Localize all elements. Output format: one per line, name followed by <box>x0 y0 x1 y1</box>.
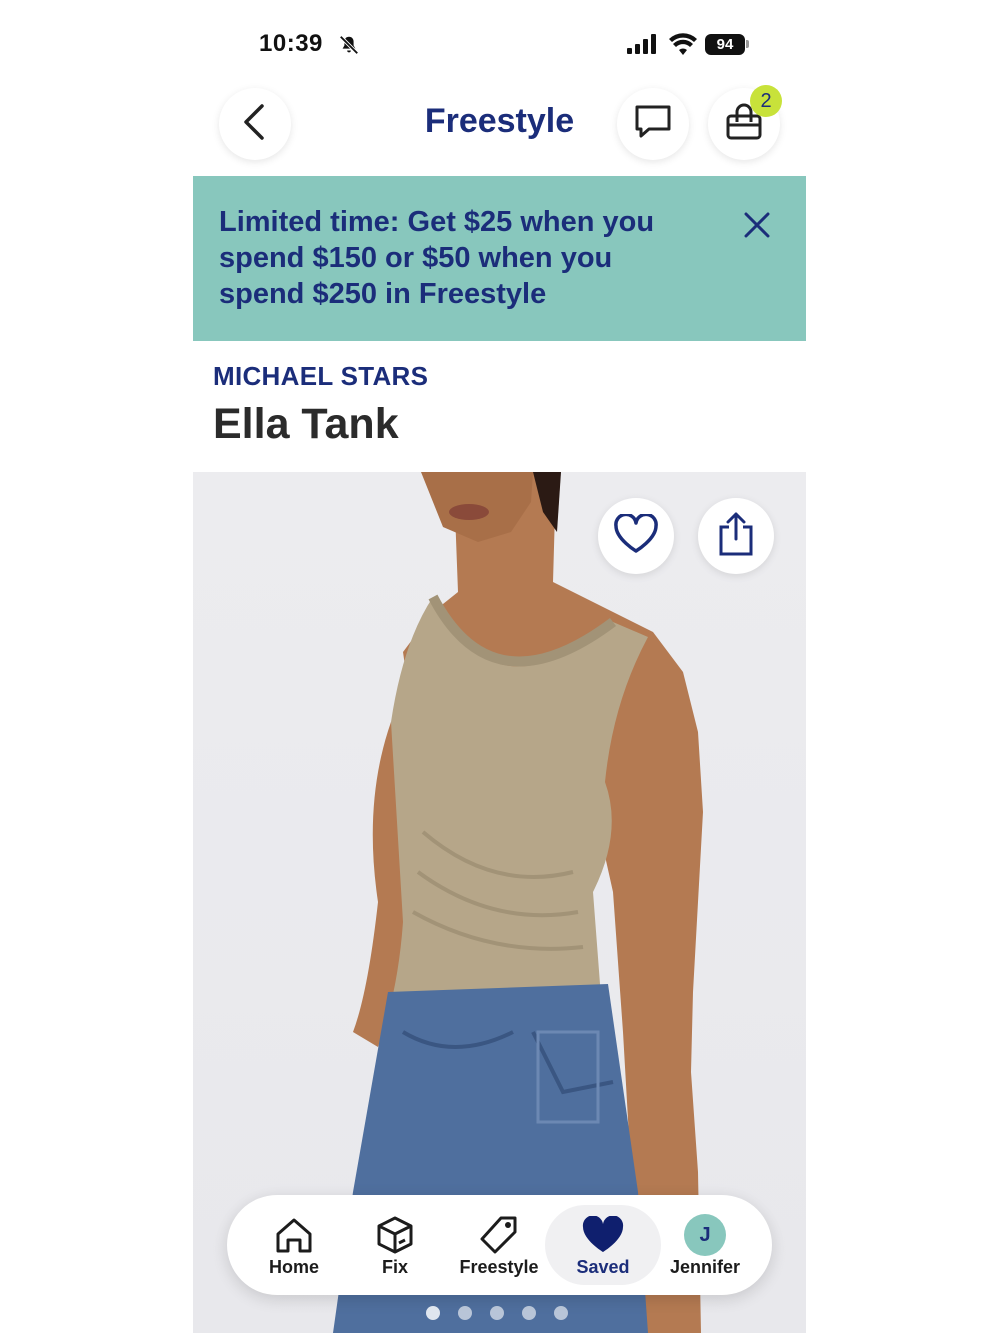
promo-line: Limited time: Get $25 when you <box>219 206 655 238</box>
tab-label: Freestyle <box>459 1257 539 1277</box>
tag-icon <box>449 1213 549 1257</box>
tab-home[interactable]: Home <box>244 1195 344 1295</box>
status-bar: 10:39 94 <box>193 0 806 88</box>
page-dot[interactable] <box>490 1306 504 1320</box>
status-time: 10:39 <box>259 30 323 57</box>
battery-nub <box>746 40 749 48</box>
home-icon <box>244 1213 344 1257</box>
bell-off-icon <box>338 34 360 61</box>
page-dot[interactable] <box>458 1306 472 1320</box>
signal-icon <box>627 34 659 59</box>
product-name: Ella Tank <box>213 400 399 448</box>
promo-banner: Limited time: Get $25 when you spend $15… <box>193 176 806 341</box>
heart-filled-icon <box>553 1213 653 1257</box>
avatar-container: J <box>655 1213 755 1257</box>
close-icon[interactable] <box>742 210 772 245</box>
nav-header: Freestyle <box>193 88 806 176</box>
tab-saved[interactable]: Saved <box>553 1195 653 1295</box>
tab-freestyle[interactable]: Freestyle <box>449 1195 549 1295</box>
tab-label: Home <box>268 1257 319 1277</box>
product-brand[interactable]: MICHAEL STARS <box>213 361 428 392</box>
chat-icon <box>634 104 672 145</box>
cart-count-badge: 2 <box>750 85 782 117</box>
promo-line: spend $150 or $50 when you <box>219 242 613 274</box>
tab-label: Fix <box>381 1257 408 1277</box>
share-icon <box>717 511 755 562</box>
image-pagination <box>426 1306 568 1322</box>
battery-icon: 94 <box>705 34 745 55</box>
avatar: J <box>684 1214 726 1256</box>
favorite-button[interactable] <box>598 498 674 574</box>
promo-line: spend $250 in Freestyle <box>219 278 547 310</box>
tab-label: Jennifer <box>669 1257 741 1277</box>
tab-label: Saved <box>576 1257 630 1277</box>
page-dot[interactable] <box>426 1306 440 1320</box>
page-dot[interactable] <box>522 1306 536 1320</box>
tab-profile[interactable]: J Jennifer <box>655 1195 755 1295</box>
chat-button[interactable] <box>617 88 689 160</box>
share-button[interactable] <box>698 498 774 574</box>
wifi-icon <box>669 33 697 60</box>
tab-fix[interactable]: Fix <box>345 1195 445 1295</box>
tab-bar: Home Fix Freestyle Saved J Jennifer <box>227 1195 772 1295</box>
box-icon <box>345 1213 445 1257</box>
page-dot[interactable] <box>554 1306 568 1320</box>
app-screen: 10:39 94 Freestyle 2 Limited time: Get $… <box>193 0 806 1333</box>
promo-text: Limited time: Get $25 when you spend $15… <box>219 204 719 312</box>
heart-icon <box>613 512 659 559</box>
